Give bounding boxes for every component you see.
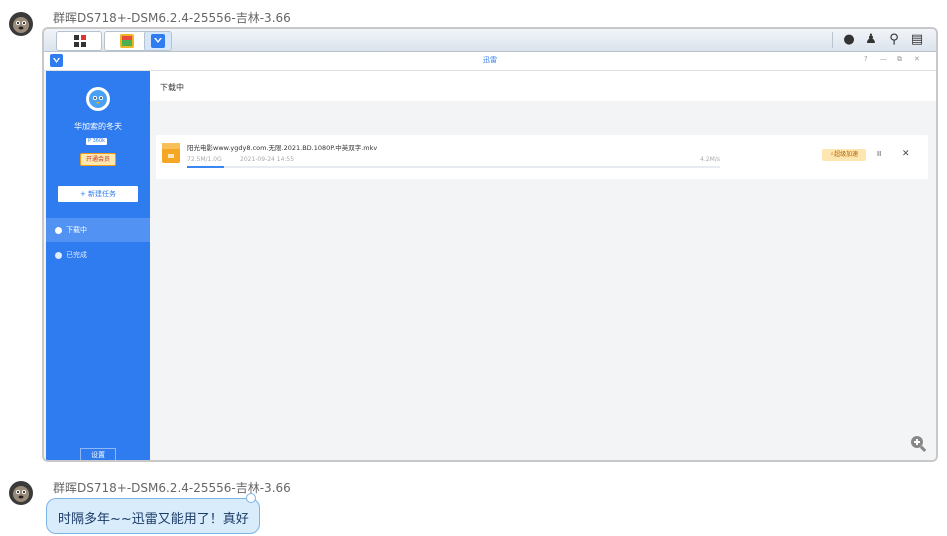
nav-downloading[interactable]: 下载中 bbox=[46, 218, 150, 242]
check-icon bbox=[55, 251, 62, 259]
avatar-icon bbox=[9, 481, 33, 505]
main-header bbox=[150, 71, 936, 101]
nav-label: 已完成 bbox=[66, 251, 87, 259]
chat-icon[interactable]: ● bbox=[842, 33, 856, 47]
task-row[interactable]: 阳光电影www.ygdy8.com.无限.2021.BD.1080P.中英双字.… bbox=[156, 135, 928, 179]
nav-completed[interactable]: 已完成 bbox=[46, 243, 150, 267]
sender-avatar[interactable] bbox=[6, 8, 36, 38]
search-icon[interactable]: ⚲ bbox=[887, 33, 901, 47]
help-button[interactable]: ? bbox=[864, 55, 868, 63]
widgets-icon[interactable]: ▤ bbox=[910, 33, 924, 47]
settings-button[interactable]: 设置 bbox=[80, 448, 116, 460]
task-speed: 4.2M/s bbox=[700, 156, 720, 163]
window-titlebar: 迅雷 ? — ⧉ ✕ bbox=[44, 52, 936, 71]
boost-button[interactable]: ⚡超级加速 bbox=[822, 149, 866, 161]
tray-divider bbox=[832, 32, 833, 48]
dsm-taskbar: ● ♟ ⚲ ▤ bbox=[44, 29, 936, 52]
user-avatar[interactable] bbox=[86, 87, 110, 111]
video-file-icon bbox=[162, 143, 180, 163]
window-title: 迅雷 bbox=[483, 56, 497, 64]
sender-name[interactable]: 群晖DS718+-DSM6.2.4-25556-吉林-3.66 bbox=[53, 479, 291, 496]
task-filename: 阳光电影www.ygdy8.com.无限.2021.BD.1080P.中英双字.… bbox=[187, 144, 378, 152]
sender-name[interactable]: 群晖DS718+-DSM6.2.4-25556-吉林-3.66 bbox=[53, 9, 291, 26]
download-icon bbox=[55, 226, 62, 234]
task-date: 2021-09-24 14:55 bbox=[240, 156, 295, 163]
vip-badge: P 360k bbox=[86, 138, 108, 145]
task-size: 72.5M/1.0G bbox=[187, 156, 222, 163]
page-title: 下载中 bbox=[160, 83, 184, 92]
restore-button[interactable]: ⧉ bbox=[897, 55, 902, 64]
progress-track bbox=[187, 166, 720, 168]
grid-icon bbox=[74, 35, 86, 47]
new-task-button[interactable]: + 新建任务 bbox=[58, 186, 138, 202]
minimize-button[interactable]: — bbox=[880, 55, 887, 63]
remove-task-button[interactable]: ✕ bbox=[902, 149, 910, 159]
avatar-icon bbox=[9, 12, 33, 36]
message-bubble: 时隔多年~~迅雷又能用了！真好 bbox=[46, 498, 260, 534]
username[interactable]: 华加索的冬天 bbox=[46, 121, 150, 132]
main-menu-button[interactable] bbox=[56, 31, 102, 51]
boost-label: 超级加速 bbox=[834, 151, 859, 158]
app-icon bbox=[120, 34, 134, 48]
pause-button[interactable]: II bbox=[877, 150, 881, 158]
message-text: 时隔多年~~迅雷又能用了！真好 bbox=[58, 512, 249, 527]
taskbar-xunlei-button[interactable] bbox=[144, 31, 172, 51]
bubble-tail-dot bbox=[246, 493, 256, 503]
bird-icon bbox=[89, 90, 107, 108]
zoom-in-icon[interactable] bbox=[910, 435, 927, 452]
shared-screenshot: ● ♟ ⚲ ▤ 迅雷 ? — ⧉ ✕ 华加索的冬天 P 360k 开通会员 + … bbox=[42, 27, 938, 462]
xunlei-icon bbox=[151, 34, 165, 48]
nav-label: 下载中 bbox=[66, 226, 87, 234]
progress-fill bbox=[187, 166, 225, 168]
close-button[interactable]: ✕ bbox=[914, 55, 920, 63]
sender-avatar[interactable] bbox=[6, 477, 36, 507]
sidebar: 华加索的冬天 P 360k 开通会员 + 新建任务 下载中 已完成 设置 bbox=[46, 71, 150, 460]
main-panel: 下载中 阳光电影www.ygdy8.com.无限.2021.BD.1080P.中… bbox=[150, 71, 936, 460]
open-vip-button[interactable]: 开通会员 bbox=[80, 153, 116, 166]
user-icon[interactable]: ♟ bbox=[864, 33, 878, 47]
